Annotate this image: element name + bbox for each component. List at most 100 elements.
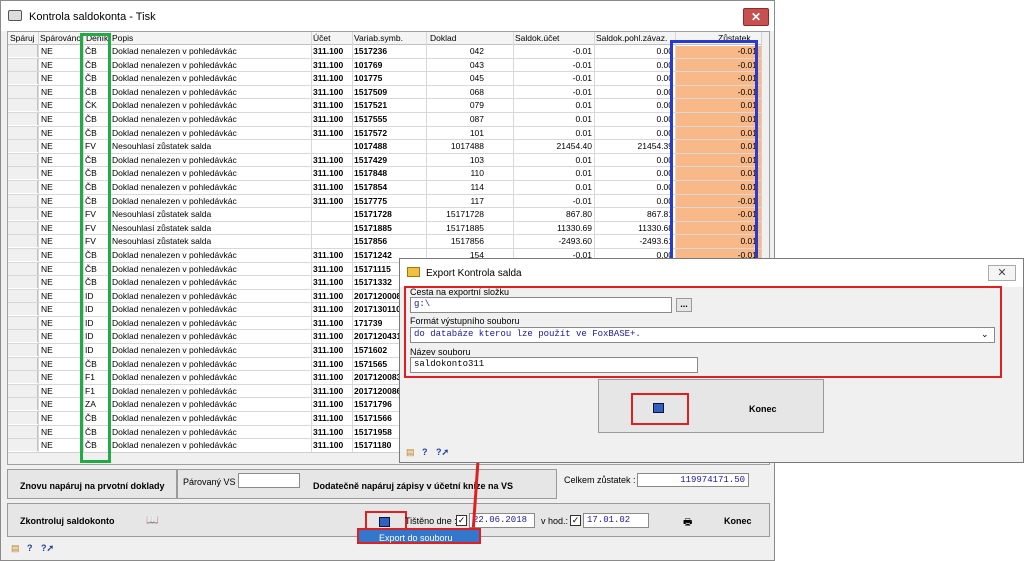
table-row[interactable]: NE ČB Doklad nenalezen v pohledávkác 311.10… [8, 112, 769, 127]
table-row[interactable]: NE ČB Doklad nenalezen v pohledávkác 311.10… [8, 126, 769, 141]
table-row[interactable]: NE ČK Doklad nenalezen v pohledávkác 311.10… [8, 99, 769, 113]
col-sparovano[interactable]: Spárováno [40, 33, 81, 43]
table-row[interactable]: NE ČB Doklad nenalezen v pohledávkác 311.10… [8, 72, 769, 86]
dodatecne-napáruj-label[interactable]: Dodatečně napáruj zápisy v účetní knize … [313, 481, 513, 491]
table-row[interactable]: NE FV Nesouhlasí zůstatek salda 1017488 1017… [8, 140, 769, 154]
cell-ucet: 311.100 [313, 113, 344, 124]
table-row[interactable]: NE ČB Doklad nenalezen v pohledávkác 311.10… [8, 180, 769, 195]
chevron-down-icon[interactable]: ⌄ [981, 329, 989, 340]
save-export-button[interactable] [631, 393, 689, 425]
cell-sparovano: NE [41, 209, 53, 220]
folder-open-icon [407, 267, 420, 277]
table-row[interactable]: NE ČB Doklad nenalezen v pohledávkác 311.10… [8, 45, 769, 59]
cell-doklad: 110 [470, 168, 484, 179]
cell-popis: Doklad nenalezen v pohledávkác [112, 358, 237, 369]
sparuj-cell[interactable] [8, 235, 38, 248]
cell-sparovano: NE [41, 73, 53, 84]
sparuj-cell[interactable] [8, 330, 38, 343]
format-select[interactable]: do databáze kterou lze použít ve FoxBASE… [410, 327, 995, 343]
cell-ucet: 311.100 [313, 195, 344, 206]
tisteno-date-field[interactable]: 22.06.2018 [469, 513, 535, 528]
table-row[interactable]: NE FV Nesouhlasí zůstatek salda 1517856 1517… [8, 235, 769, 249]
cell-saldok-pohl: 0.00 [656, 113, 673, 124]
parovany-vs-input[interactable] [238, 473, 300, 488]
hod-checkbox[interactable]: ✓ [570, 515, 581, 526]
sparuj-cell[interactable] [8, 248, 38, 261]
table-row[interactable]: NE FV Nesouhlasí zůstatek salda 15171885 151… [8, 221, 769, 236]
sparuj-cell[interactable] [8, 357, 38, 370]
sparuj-cell[interactable] [8, 58, 38, 71]
cell-sparovano: NE [41, 86, 53, 97]
grid-header: Spáruj Spárováno Deník Popis Účet Variab… [8, 32, 769, 45]
cell-popis: Doklad nenalezen v pohledávkác [112, 195, 237, 206]
sparuj-cell[interactable] [8, 344, 38, 357]
filename-input[interactable]: saldokonto311 [410, 357, 698, 373]
sparuj-cell[interactable] [8, 316, 38, 329]
table-row[interactable]: NE FV Nesouhlasí zůstatek salda 15171728 151… [8, 208, 769, 222]
sparuj-cell[interactable] [8, 167, 38, 180]
printer-small-icon[interactable]: 🖶 [683, 515, 692, 532]
help-icon[interactable]: ? [422, 447, 428, 457]
help-arrow-icon[interactable]: ?➚ [41, 543, 54, 554]
dialog-close-button[interactable]: ✕ [988, 265, 1016, 281]
hod-time-field[interactable]: 17.01.02 [583, 513, 649, 528]
sparuj-cell[interactable] [8, 371, 38, 384]
sparuj-cell[interactable] [8, 180, 38, 193]
table-row[interactable]: NE ČB Doklad nenalezen v pohledávkác 311.10… [8, 85, 769, 100]
konec-button[interactable]: Konec [724, 516, 752, 526]
col-saldok-pohl[interactable]: Saldok.pohl.závaz. [596, 33, 667, 43]
col-saldok-ucet[interactable]: Saldok.účet [515, 33, 559, 43]
folder-icon[interactable]: ▤ [11, 543, 20, 554]
sparuj-cell[interactable] [8, 221, 38, 234]
tisteno-checkbox[interactable]: ✓ [456, 515, 467, 526]
col-variab-symb[interactable]: Variab.symb. [354, 33, 403, 43]
table-row[interactable]: NE ČB Doklad nenalezen v pohledávkác 311.10… [8, 58, 769, 73]
col-ucet[interactable]: Účet [313, 33, 330, 43]
book-icon[interactable]: 📖 [146, 515, 158, 526]
cell-popis: Nesouhlasí zůstatek salda [112, 236, 212, 247]
col-popis[interactable]: Popis [112, 33, 133, 43]
export-dialog: Export Kontrola salda ✕ Cesta na exportn… [399, 258, 1024, 463]
sparuj-cell[interactable] [8, 276, 38, 289]
zkontroluj-label[interactable]: Zkontroluj saldokonto [20, 516, 115, 526]
sparuj-cell[interactable] [8, 45, 38, 57]
sparuj-cell[interactable] [8, 126, 38, 139]
col-doklad[interactable]: Doklad [430, 33, 456, 43]
sparuj-cell[interactable] [8, 99, 38, 112]
cell-popis: Doklad nenalezen v pohledávkác [112, 440, 237, 451]
help-icon[interactable]: ? [27, 543, 33, 553]
sparuj-cell[interactable] [8, 439, 38, 452]
sparuj-cell[interactable] [8, 72, 38, 85]
col-sparuj[interactable]: Spáruj [10, 33, 35, 43]
sparuj-cell[interactable] [8, 112, 38, 125]
help-arrow-icon[interactable]: ?➚ [436, 447, 449, 458]
table-row[interactable]: NE ČB Doklad nenalezen v pohledávkác 311.10… [8, 194, 769, 209]
table-row[interactable]: NE ČB Doklad nenalezen v pohledávkác 311.10… [8, 167, 769, 181]
export-menu-item[interactable]: Export do souboru [357, 528, 481, 544]
browse-button[interactable]: ... [676, 298, 692, 312]
cell-sparovano: NE [41, 127, 53, 138]
cell-saldok-pohl: 0.00 [656, 127, 673, 138]
reparovat-button[interactable]: Znovu napáruj na prvotní doklady [7, 469, 177, 499]
path-input[interactable]: g:\ [410, 297, 672, 313]
sparuj-cell[interactable] [8, 384, 38, 397]
sparuj-cell[interactable] [8, 153, 38, 166]
cell-saldok-ucet: 11330.69 [557, 222, 592, 233]
sparuj-cell[interactable] [8, 425, 38, 438]
cell-saldok-ucet: 867.80 [566, 209, 592, 220]
cell-doklad: 117 [470, 195, 484, 206]
dialog-konec-button[interactable]: Konec [749, 404, 777, 414]
sparuj-cell[interactable] [8, 262, 38, 275]
sparuj-cell[interactable] [8, 303, 38, 316]
sparuj-cell[interactable] [8, 194, 38, 207]
table-row[interactable]: NE ČB Doklad nenalezen v pohledávkác 311.10… [8, 153, 769, 168]
sparuj-cell[interactable] [8, 289, 38, 302]
sparuj-cell[interactable] [8, 140, 38, 153]
sparuj-cell[interactable] [8, 85, 38, 98]
sparuj-cell[interactable] [8, 398, 38, 411]
cell-sparovano: NE [41, 46, 53, 56]
sparuj-cell[interactable] [8, 412, 38, 425]
sparuj-cell[interactable] [8, 208, 38, 221]
folder-icon[interactable]: ▤ [406, 447, 415, 458]
close-button[interactable]: ✕ [743, 8, 769, 26]
